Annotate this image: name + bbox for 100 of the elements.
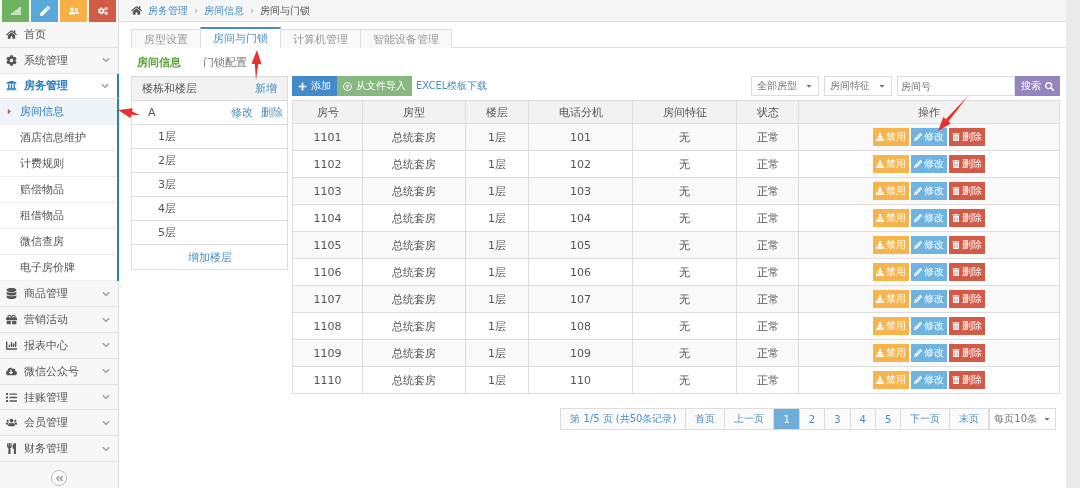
tab[interactable]: 计算机管理 (280, 29, 361, 48)
page-button[interactable]: 3 (824, 408, 851, 430)
edit-button[interactable]: 修改 (911, 236, 947, 254)
chevron-icon (102, 56, 110, 65)
page-size-select[interactable]: 每页10条 (989, 408, 1056, 430)
chevron-icon (101, 81, 109, 90)
table-cell: 1106 (292, 258, 363, 286)
table-cell: 108 (528, 312, 633, 340)
tab[interactable]: 房间与门锁 (200, 27, 281, 48)
table-cell: 无 (632, 150, 737, 178)
floor-item[interactable]: 5层 (132, 221, 287, 245)
edit-button[interactable]: 修改 (911, 371, 947, 389)
delete-button[interactable]: 删除 (949, 263, 985, 281)
separator-icon: › (194, 5, 198, 16)
table-cell: 101 (528, 123, 633, 151)
search-field[interactable]: 房间号 (897, 76, 1015, 96)
floor-item[interactable]: 2层 (132, 149, 287, 173)
pencil-icon (914, 160, 922, 168)
shortcut-button[interactable] (31, 0, 58, 22)
prev-page-button[interactable]: 上一页 (724, 408, 775, 430)
table-cell: 总统套房 (362, 150, 466, 178)
breadcrumb-item: 房间与门锁 (260, 3, 310, 18)
caret-icon (1043, 415, 1051, 423)
edit-button[interactable]: 修改 (911, 344, 947, 362)
menu-item[interactable]: 房务管理 (0, 73, 119, 100)
first-page-button[interactable]: 首页 (685, 408, 726, 430)
next-page-button[interactable]: 下一页 (900, 408, 951, 430)
table-cell: 1107 (292, 285, 363, 313)
pencil-icon (914, 322, 922, 330)
floor-item[interactable]: 3层 (132, 173, 287, 197)
tab[interactable]: 房型设置 (131, 29, 201, 48)
subtab[interactable]: 门锁配置 (203, 54, 247, 70)
download-icon (876, 268, 884, 276)
subtab[interactable]: 房间信息 (137, 54, 181, 70)
table-cell: 无 (632, 204, 737, 232)
edit-button[interactable]: 修改 (911, 209, 947, 227)
shortcut-button[interactable] (2, 0, 29, 22)
table-cell: 无 (632, 285, 737, 313)
signal-icon (10, 5, 21, 16)
table-cell: 无 (632, 366, 737, 394)
double-chevron-icon (54, 473, 64, 483)
edit-button[interactable]: 修改 (911, 290, 947, 308)
floor-item[interactable]: 4层 (132, 197, 287, 221)
room-type-select[interactable]: 全部房型 (751, 76, 819, 96)
pencil-icon (914, 295, 922, 303)
breadcrumb-item[interactable]: 房间信息 (204, 3, 244, 18)
delete-button[interactable]: 删除 (949, 290, 985, 308)
table-cell: 总统套房 (362, 204, 466, 232)
add-button[interactable]: 添加 (292, 76, 337, 96)
table-cell: 1103 (292, 177, 363, 205)
download-icon (876, 295, 884, 303)
delete-button[interactable]: 删除 (949, 155, 985, 173)
edit-button[interactable]: 修改 (911, 155, 947, 173)
template-link[interactable]: EXCEL模板下载 (416, 79, 488, 93)
trash-icon (952, 133, 960, 141)
collapse-button[interactable] (51, 470, 67, 487)
delete-button[interactable]: 删除 (949, 182, 985, 200)
page-button[interactable]: 4 (849, 408, 876, 430)
trash-icon (952, 376, 960, 384)
trash-icon (952, 295, 960, 303)
page-button[interactable]: 1 (773, 408, 800, 430)
delete-button[interactable]: 删除 (949, 236, 985, 254)
breadcrumb-item[interactable]: 房务管理 (148, 3, 188, 18)
shortcut-button[interactable] (60, 0, 87, 22)
download-icon (876, 187, 884, 195)
shortcut-button[interactable] (89, 0, 116, 22)
table-cell: 总统套房 (362, 339, 466, 367)
table-cell: 总统套房 (362, 231, 466, 259)
edit-button[interactable]: 修改 (911, 317, 947, 335)
search-button[interactable]: 搜索 (1015, 76, 1060, 96)
import-button[interactable]: 从文件导入 (337, 76, 412, 96)
delete-button[interactable]: 删除 (949, 344, 985, 362)
action-link[interactable]: 删除 (261, 105, 283, 120)
pencil-icon (914, 241, 922, 249)
delete-button[interactable]: 删除 (949, 209, 985, 227)
feature-select[interactable]: 房间特征 (824, 76, 892, 96)
last-page-button[interactable]: 末页 (949, 408, 990, 430)
download-icon (876, 214, 884, 222)
add-floor-link[interactable]: 增加楼层 (187, 249, 232, 265)
edit-button[interactable]: 修改 (911, 263, 947, 281)
submenu-item[interactable]: 房间信息 (0, 99, 117, 126)
delete-button[interactable]: 删除 (949, 371, 985, 389)
table-cell: 1102 (292, 150, 363, 178)
chevron-icon (102, 315, 110, 324)
tab[interactable]: 智能设备管理 (360, 29, 452, 48)
floor-item[interactable]: 1层 (132, 125, 287, 149)
pencil-icon (914, 349, 922, 357)
trash-icon (952, 214, 960, 222)
table-cell: 1109 (292, 339, 363, 367)
building-name[interactable]: A (148, 106, 223, 119)
delete-button[interactable]: 删除 (949, 128, 985, 146)
edit-button[interactable]: 修改 (911, 128, 947, 146)
home-icon (131, 5, 142, 16)
add-link[interactable]: 新增 (255, 81, 277, 96)
table-cell: 110 (528, 366, 633, 394)
edit-button[interactable]: 修改 (911, 182, 947, 200)
download-icon (876, 133, 884, 141)
users-icon (68, 5, 79, 16)
delete-button[interactable]: 删除 (949, 317, 985, 335)
action-link[interactable]: 修改 (231, 105, 253, 120)
